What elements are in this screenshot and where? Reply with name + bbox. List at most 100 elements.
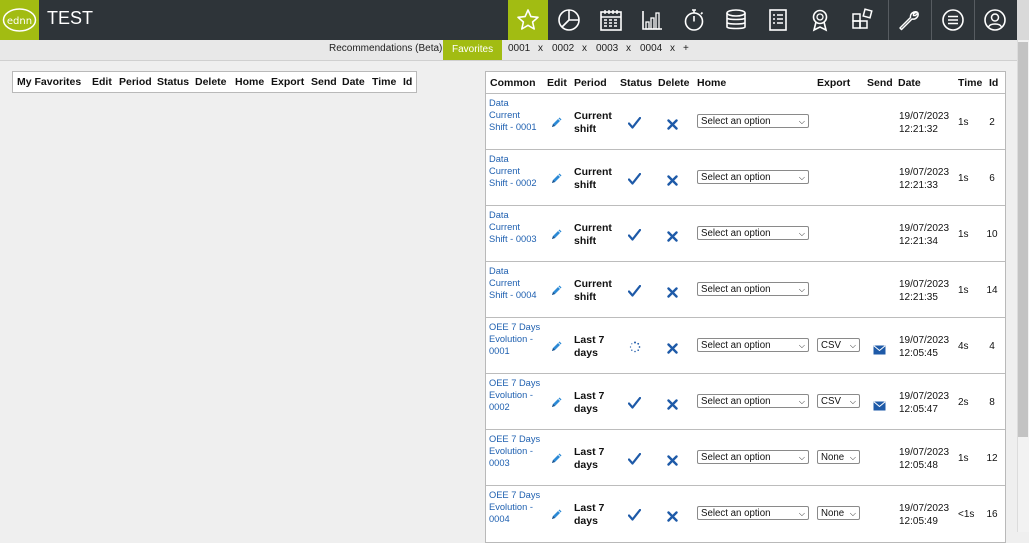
bar-chart-icon[interactable] [632, 0, 672, 40]
edit-pencil-icon[interactable] [550, 114, 563, 133]
export-select[interactable]: CSV ⌵ [817, 338, 860, 352]
duration-value: 4s [958, 341, 969, 352]
date-value: 19/07/2023 [899, 223, 950, 234]
delete-x-icon[interactable] [667, 115, 678, 134]
header-period: Period [119, 76, 152, 88]
export-select[interactable]: None ⌵ [817, 450, 860, 464]
table-row: OEE 7 Days Evolution - 0003 Last 7 days Se… [486, 429, 1005, 486]
report-name-link[interactable]: OEE 7 Days Evolution - 0001 [489, 321, 541, 358]
wrench-icon[interactable] [889, 0, 929, 40]
period-label: Last 7 days [574, 334, 605, 359]
add-tab-button[interactable]: + [683, 43, 689, 54]
user-icon[interactable] [975, 0, 1015, 40]
table-row: OEE 7 Days Evolution - 0001 Last 7 days Se… [486, 317, 1005, 374]
delete-x-icon[interactable] [667, 451, 678, 470]
time-of-day-value: 12:21:35 [899, 291, 938, 303]
report-name-link[interactable]: OEE 7 Days Evolution - 0002 [489, 377, 541, 414]
home-select-value: Select an option [701, 116, 771, 127]
date-value: 19/07/2023 [899, 503, 950, 514]
export-select[interactable]: CSV ⌵ [817, 394, 860, 408]
edit-pencil-icon[interactable] [550, 170, 563, 189]
subtab-bar: Recommendations (Beta) Favorites 0001 x … [0, 40, 1017, 61]
edit-pencil-icon[interactable] [550, 506, 563, 525]
export-select[interactable]: None ⌵ [817, 506, 860, 520]
database-icon[interactable] [716, 0, 756, 40]
report-name-link[interactable]: OEE 7 Days Evolution - 0004 [489, 489, 541, 526]
report-name-link[interactable]: OEE 7 Days Evolution - 0003 [489, 433, 541, 470]
tab-0001[interactable]: 0001 [508, 43, 530, 54]
tab-recommendations[interactable]: Recommendations (Beta) [329, 43, 442, 54]
edit-pencil-icon[interactable] [550, 282, 563, 301]
calendar-icon[interactable] [591, 0, 631, 40]
date-value: 19/07/2023 [899, 167, 950, 178]
favorites-star-icon[interactable] [508, 0, 548, 40]
period-label: Last 7 days [574, 502, 605, 527]
tab-0001-close[interactable]: x [538, 43, 543, 54]
home-select[interactable]: Select an option ⌵ [697, 282, 809, 296]
stopwatch-icon[interactable] [674, 0, 714, 40]
period-label: Current shift [574, 110, 612, 135]
send-mail-icon[interactable] [873, 340, 886, 359]
ednn-logo[interactable]: ednn [0, 0, 39, 40]
pie-chart-icon[interactable] [549, 0, 589, 40]
home-select[interactable]: Select an option ⌵ [697, 450, 809, 464]
top-bar: ednn TEST [0, 0, 1017, 40]
period-label: Current shift [574, 222, 612, 247]
table-row: Data Current Shift - 0001 Current shift Se… [486, 93, 1005, 150]
report-name-link[interactable]: Data Current Shift - 0002 [489, 153, 541, 190]
status-check-icon [627, 282, 642, 301]
award-icon[interactable] [800, 0, 840, 40]
header-send: Send [311, 76, 337, 88]
report-name-link[interactable]: Data Current Shift - 0003 [489, 209, 541, 246]
tab-0004-close[interactable]: x [670, 43, 675, 54]
id-value: 14 [986, 285, 998, 296]
delete-x-icon[interactable] [667, 395, 678, 414]
home-select[interactable]: Select an option ⌵ [697, 226, 809, 240]
delete-x-icon[interactable] [667, 171, 678, 190]
tab-0004[interactable]: 0004 [640, 43, 662, 54]
duration-value: 2s [958, 397, 969, 408]
nav-divider [931, 0, 932, 40]
table-row: Data Current Shift - 0004 Current shift Se… [486, 261, 1005, 318]
delete-x-icon[interactable] [667, 227, 678, 246]
tab-0003[interactable]: 0003 [596, 43, 618, 54]
scrollbar-thumb[interactable] [1018, 42, 1028, 437]
delete-x-icon[interactable] [667, 283, 678, 302]
send-mail-icon[interactable] [873, 396, 886, 415]
report-name-link[interactable]: Data Current Shift - 0001 [489, 97, 541, 134]
delete-x-icon[interactable] [667, 507, 678, 526]
tab-favorites[interactable]: Favorites [443, 40, 503, 60]
header-delete: Delete [658, 77, 690, 89]
chevron-down-icon: ⌵ [849, 453, 856, 462]
table-row: OEE 7 Days Evolution - 0002 Last 7 days Se… [486, 373, 1005, 430]
tab-0003-close[interactable]: x [626, 43, 631, 54]
home-select[interactable]: Select an option ⌵ [697, 394, 809, 408]
period-label: Last 7 days [574, 446, 605, 471]
report-name-link[interactable]: Data Current Shift - 0004 [489, 265, 541, 302]
home-select-value: Select an option [701, 452, 771, 463]
header-date: Date [342, 76, 365, 88]
home-select[interactable]: Select an option ⌵ [697, 338, 809, 352]
delete-x-icon[interactable] [667, 339, 678, 358]
tab-0002[interactable]: 0002 [552, 43, 574, 54]
blocks-icon[interactable] [842, 0, 882, 40]
home-select[interactable]: Select an option ⌵ [697, 170, 809, 184]
date-value: 19/07/2023 [899, 279, 950, 290]
checklist-icon[interactable] [758, 0, 798, 40]
loading-spinner-icon [629, 338, 641, 357]
favorites-table: My Favorites Edit Period Status Delete H… [12, 71, 417, 93]
edit-pencil-icon[interactable] [550, 450, 563, 469]
common-table: Common Edit Period Status Delete Home Ex… [485, 71, 1006, 543]
edit-pencil-icon[interactable] [550, 394, 563, 413]
chevron-down-icon: ⌵ [798, 229, 805, 238]
menu-icon[interactable] [933, 0, 973, 40]
home-select[interactable]: Select an option ⌵ [697, 114, 809, 128]
tab-0002-close[interactable]: x [582, 43, 587, 54]
edit-pencil-icon[interactable] [550, 226, 563, 245]
header-id: Id [989, 77, 999, 89]
home-select[interactable]: Select an option ⌵ [697, 506, 809, 520]
home-select-value: Select an option [701, 508, 771, 519]
edit-pencil-icon[interactable] [550, 338, 563, 357]
status-check-icon [627, 114, 642, 133]
chevron-down-icon: ⌵ [798, 397, 805, 406]
